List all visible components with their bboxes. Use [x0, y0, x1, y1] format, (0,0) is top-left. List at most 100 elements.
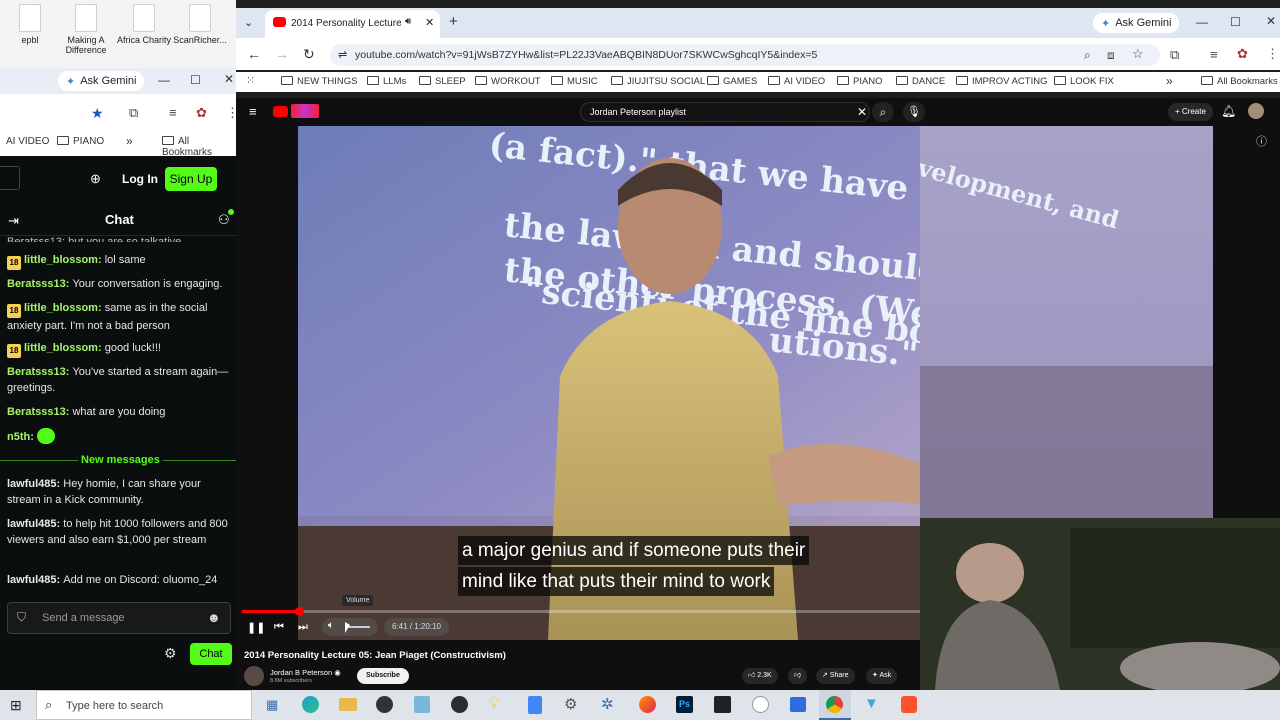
desktop-icon[interactable]: ScanRicher... [172, 4, 228, 45]
share-button[interactable]: ↗ Share [816, 668, 855, 684]
extensions-icon[interactable]: ⧉ [129, 105, 138, 121]
bookmark-star-icon[interactable]: ☆ [1132, 46, 1144, 62]
desktop-icon[interactable]: epbl [2, 4, 58, 45]
brave-icon[interactable] [901, 696, 917, 713]
bookmark-folder[interactable]: PIANO [837, 76, 883, 87]
docs-icon[interactable] [528, 696, 542, 714]
bookmark-folder[interactable]: GAMES [707, 76, 757, 87]
address-bar[interactable]: ⇌ youtube.com/watch?v=91jWsB7ZYHw&list=P… [330, 44, 1160, 66]
bookmark-all[interactable]: All Bookmarks [1201, 76, 1278, 87]
close-icon[interactable]: ✕ [224, 72, 234, 86]
reload-icon[interactable]: ↻ [303, 46, 315, 63]
bookmark-all[interactable]: All Bookmarks [162, 136, 236, 158]
bookmark-star-icon[interactable]: ★ [91, 105, 104, 122]
hamburger-icon[interactable]: ≡ [249, 104, 257, 119]
dislike-button[interactable]: 👎︎ [788, 668, 808, 684]
minimize-icon[interactable]: — [158, 73, 170, 87]
new-tab-icon[interactable]: + [449, 13, 458, 30]
back-icon[interactable]: ← [247, 46, 261, 62]
bookmark-folder[interactable]: LOOK FIX [1054, 76, 1114, 87]
create-button[interactable]: + Create [1168, 103, 1213, 121]
bookmark-folder[interactable]: MUSIC [551, 76, 598, 87]
chrome-taskbar-button[interactable] [819, 690, 851, 720]
search-input[interactable]: Jordan Peterson playlist [580, 102, 870, 122]
menu-icon[interactable]: ⋮ [1266, 46, 1279, 62]
task-view-icon[interactable]: ▦ [266, 697, 278, 713]
maximize-icon[interactable]: ☐ [190, 73, 201, 87]
settings-icon[interactable]: ⚙ [164, 645, 177, 662]
pause-icon[interactable]: ❚❚ [247, 621, 265, 634]
minimize-icon[interactable]: — [1196, 15, 1208, 29]
taskbar-search[interactable]: ⌕ Type here to search [36, 690, 252, 720]
capcut-icon[interactable] [714, 696, 731, 713]
davinci-icon[interactable] [451, 696, 468, 713]
edge-icon[interactable] [302, 696, 319, 713]
cast-icon[interactable]: ⧈ [1107, 48, 1115, 63]
users-icon[interactable]: ⚇ [218, 212, 230, 228]
next-icon[interactable]: ⏭︎ [298, 621, 308, 634]
clear-search-icon[interactable]: ✕ [857, 105, 867, 119]
bookmark-folder[interactable]: LLMs [367, 76, 406, 87]
bookmark-ai-video[interactable]: AI VIDEO [6, 136, 49, 147]
maximize-icon[interactable]: ☐ [1230, 15, 1241, 29]
photoshop-icon[interactable]: Ps [676, 696, 693, 713]
forward-icon[interactable]: → [275, 46, 289, 62]
ask-gemini-button[interactable]: ✦ Ask Gemini [58, 71, 145, 91]
firefox-icon[interactable] [639, 696, 656, 713]
bookmark-folder[interactable]: WORKOUT [475, 76, 541, 87]
bookmark-folder[interactable]: IMPROV ACTING [956, 76, 1047, 87]
bookmark-folder[interactable]: SLEEP [419, 76, 466, 87]
volume-icon[interactable]: 🔈︎ [328, 620, 334, 631]
window-icon[interactable] [790, 697, 806, 712]
bookmark-folder[interactable]: AI VIDEO [768, 76, 825, 87]
lightbulb-icon[interactable]: 💡︎ [489, 695, 500, 712]
notepad-icon[interactable] [414, 696, 430, 713]
site-info-icon[interactable]: ⇌ [338, 44, 347, 66]
channel-name[interactable]: Jordan B Peterson ◉ [270, 668, 341, 677]
subscribe-button[interactable]: Subscribe [357, 668, 409, 684]
login-button[interactable]: Log In [122, 172, 158, 186]
info-icon[interactable]: ⓘ [1256, 133, 1267, 149]
bell-icon[interactable]: 🔔︎ [1221, 104, 1236, 118]
emoji-icon[interactable]: ☻ [207, 610, 221, 625]
desktop-icon[interactable]: Making A Difference [58, 4, 114, 55]
obs-icon[interactable] [376, 696, 393, 713]
channel-avatar[interactable] [244, 666, 264, 686]
tab-search-icon[interactable]: ⌄ [244, 16, 253, 29]
signup-button[interactable]: Sign Up [165, 167, 217, 191]
sidebar-toggle[interactable] [0, 166, 20, 190]
settings-icon[interactable]: ⚙ [564, 695, 577, 713]
chat-send-button[interactable]: Chat [190, 643, 232, 665]
progress-bar[interactable] [242, 607, 920, 616]
volume-control[interactable]: 🔈︎ [322, 618, 378, 636]
zoom-icon[interactable]: ⌕ [1084, 48, 1091, 63]
speaker-icon[interactable]: 🔊︎ [405, 16, 411, 27]
bookmark-folder[interactable]: DANCE [896, 76, 945, 87]
queue-icon[interactable]: ≡ [1210, 47, 1218, 62]
avatar[interactable] [1248, 103, 1264, 119]
tab-close-icon[interactable]: ✕ [425, 16, 434, 29]
extension-icon[interactable]: ✿ [196, 105, 207, 121]
bookmark-folder[interactable]: JIUJITSU SOCIAL [611, 76, 705, 87]
extension-icon[interactable]: ✿ [1237, 46, 1248, 62]
more-bookmarks-icon[interactable]: » [1166, 74, 1173, 88]
mic-icon[interactable]: 🎙︎ [903, 102, 925, 122]
extensions-icon[interactable]: ⧉ [1170, 47, 1179, 63]
youtube-logo-icon[interactable] [273, 106, 288, 117]
close-icon[interactable]: ✕ [1266, 14, 1276, 28]
queue-icon[interactable]: ≡ [169, 105, 177, 120]
search-icon[interactable]: ⌕ [872, 102, 894, 122]
video-player[interactable]: (a fact)." that we have the right to sta… [298, 126, 920, 640]
chat-input[interactable]: ⛉ Send a message ☻ [7, 602, 231, 634]
previous-icon[interactable]: ⏮︎ [274, 621, 284, 634]
bookmark-folder[interactable]: NEW THINGS [281, 76, 358, 87]
ask-gemini-button[interactable]: ✦ Ask Gemini [1093, 13, 1180, 33]
vpn-icon[interactable]: ▼ [864, 695, 879, 712]
bookmark-piano[interactable]: PIANO [57, 136, 104, 147]
file-explorer-icon[interactable] [339, 698, 357, 711]
messenger-icon[interactable] [752, 696, 769, 713]
collapse-chat-icon[interactable]: ⇥ [8, 213, 19, 229]
like-button[interactable]: 👍︎ 2.3K [742, 668, 778, 684]
progress-scrubber[interactable] [294, 607, 304, 616]
globe-icon[interactable]: ⊕ [90, 171, 101, 187]
